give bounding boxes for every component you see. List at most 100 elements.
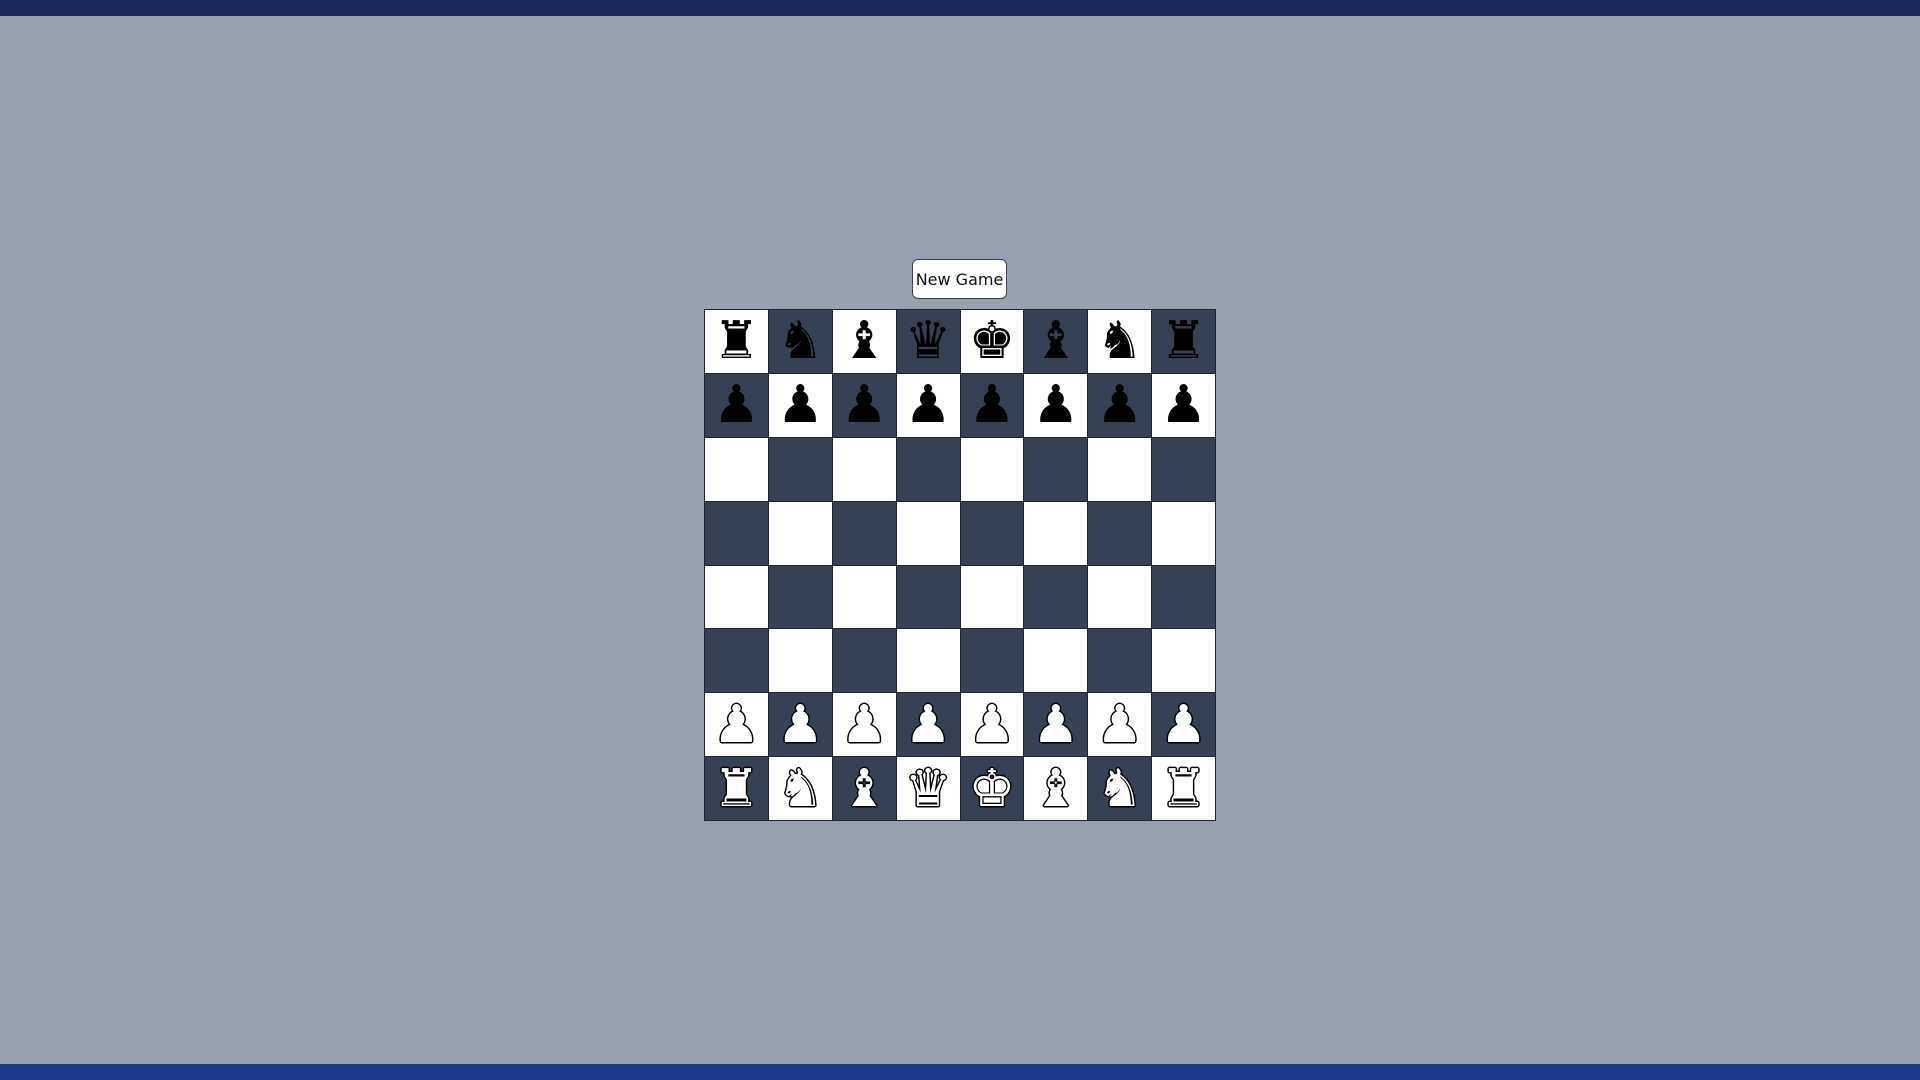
chess-board: ♜ ♞ ♝ ♛ ♚ ♝ ♞ ♜ ♟ ♟ ♟ ♟ ♟ ♟ ♟ ♟ ♟ ♟ ♟ ♟ ♟ ♟ ♟ ♟ ♜ ♞ ♝ ♛ ♚ ♝ ♞ ♜: [704, 309, 1216, 821]
black-pawn-icon: ♟: [968, 375, 1016, 436]
white-pawn-icon: ♟: [840, 694, 888, 755]
white-pawn-icon: ♟: [1032, 694, 1080, 755]
square-a3[interactable]: [705, 629, 768, 693]
square-e7[interactable]: ♟: [960, 373, 1024, 437]
square-g4[interactable]: [1088, 565, 1152, 629]
square-c1[interactable]: ♝: [832, 757, 896, 820]
square-b7[interactable]: ♟: [768, 373, 832, 437]
black-bishop-icon: ♝: [840, 311, 888, 372]
black-knight-icon: ♞: [777, 311, 824, 372]
square-g7[interactable]: ♟: [1088, 373, 1152, 437]
white-pawn-icon: ♟: [1096, 694, 1143, 755]
white-rook-icon: ♜: [713, 758, 760, 819]
square-f3[interactable]: [1024, 629, 1088, 693]
square-g8[interactable]: ♞: [1088, 310, 1152, 373]
white-bishop-icon: ♝: [840, 758, 888, 819]
square-b6[interactable]: [768, 437, 832, 501]
white-pawn-icon: ♟: [904, 694, 952, 755]
black-bishop-icon: ♝: [1032, 311, 1080, 372]
white-bishop-icon: ♝: [1032, 758, 1080, 819]
square-g3[interactable]: [1088, 629, 1152, 693]
top-bar: [0, 0, 1920, 16]
square-b5[interactable]: [768, 501, 832, 565]
square-c5[interactable]: [832, 501, 896, 565]
square-g1[interactable]: ♞: [1088, 757, 1152, 820]
square-a2[interactable]: ♟: [705, 693, 768, 757]
square-h4[interactable]: [1152, 565, 1215, 629]
square-h7[interactable]: ♟: [1152, 373, 1215, 437]
black-rook-icon: ♜: [1160, 311, 1207, 372]
square-f1[interactable]: ♝: [1024, 757, 1088, 820]
square-d5[interactable]: [896, 501, 960, 565]
square-a1[interactable]: ♜: [705, 757, 768, 820]
square-f6[interactable]: [1024, 437, 1088, 501]
square-c3[interactable]: [832, 629, 896, 693]
square-e1[interactable]: ♚: [960, 757, 1024, 820]
black-pawn-icon: ♟: [1032, 375, 1080, 436]
white-pawn-icon: ♟: [968, 694, 1016, 755]
square-g6[interactable]: [1088, 437, 1152, 501]
square-e2[interactable]: ♟: [960, 693, 1024, 757]
square-e5[interactable]: [960, 501, 1024, 565]
white-queen-icon: ♛: [904, 758, 952, 819]
square-c7[interactable]: ♟: [832, 373, 896, 437]
square-g2[interactable]: ♟: [1088, 693, 1152, 757]
square-c4[interactable]: [832, 565, 896, 629]
new-game-button[interactable]: New Game: [912, 259, 1007, 299]
white-rook-icon: ♜: [1160, 758, 1207, 819]
square-e6[interactable]: [960, 437, 1024, 501]
square-a5[interactable]: [705, 501, 768, 565]
square-c8[interactable]: ♝: [832, 310, 896, 373]
square-f2[interactable]: ♟: [1024, 693, 1088, 757]
white-knight-icon: ♞: [777, 758, 824, 819]
square-h8[interactable]: ♜: [1152, 310, 1215, 373]
square-d1[interactable]: ♛: [896, 757, 960, 820]
square-f7[interactable]: ♟: [1024, 373, 1088, 437]
black-king-icon: ♚: [968, 311, 1016, 372]
square-a7[interactable]: ♟: [705, 373, 768, 437]
square-c6[interactable]: [832, 437, 896, 501]
black-rook-icon: ♜: [713, 311, 760, 372]
square-a6[interactable]: [705, 437, 768, 501]
white-pawn-icon: ♟: [1160, 694, 1207, 755]
square-d6[interactable]: [896, 437, 960, 501]
square-g5[interactable]: [1088, 501, 1152, 565]
square-a4[interactable]: [705, 565, 768, 629]
square-f5[interactable]: [1024, 501, 1088, 565]
square-f8[interactable]: ♝: [1024, 310, 1088, 373]
square-d7[interactable]: ♟: [896, 373, 960, 437]
square-h5[interactable]: [1152, 501, 1215, 565]
black-pawn-icon: ♟: [713, 375, 760, 436]
square-c2[interactable]: ♟: [832, 693, 896, 757]
white-pawn-icon: ♟: [713, 694, 760, 755]
white-king-icon: ♚: [968, 758, 1016, 819]
black-pawn-icon: ♟: [904, 375, 952, 436]
square-d3[interactable]: [896, 629, 960, 693]
square-b1[interactable]: ♞: [768, 757, 832, 820]
square-h6[interactable]: [1152, 437, 1215, 501]
square-a8[interactable]: ♜: [705, 310, 768, 373]
white-knight-icon: ♞: [1096, 758, 1143, 819]
bottom-bar: [0, 1064, 1920, 1080]
black-pawn-icon: ♟: [1096, 375, 1143, 436]
square-b4[interactable]: [768, 565, 832, 629]
square-e4[interactable]: [960, 565, 1024, 629]
square-d2[interactable]: ♟: [896, 693, 960, 757]
square-f4[interactable]: [1024, 565, 1088, 629]
square-b2[interactable]: ♟: [768, 693, 832, 757]
square-b8[interactable]: ♞: [768, 310, 832, 373]
white-pawn-icon: ♟: [777, 694, 824, 755]
square-h1[interactable]: ♜: [1152, 757, 1215, 820]
square-h3[interactable]: [1152, 629, 1215, 693]
square-e8[interactable]: ♚: [960, 310, 1024, 373]
black-queen-icon: ♛: [904, 311, 952, 372]
black-pawn-icon: ♟: [840, 375, 888, 436]
black-pawn-icon: ♟: [777, 375, 824, 436]
black-knight-icon: ♞: [1096, 311, 1143, 372]
black-pawn-icon: ♟: [1160, 375, 1207, 436]
square-b3[interactable]: [768, 629, 832, 693]
square-e3[interactable]: [960, 629, 1024, 693]
square-d8[interactable]: ♛: [896, 310, 960, 373]
square-d4[interactable]: [896, 565, 960, 629]
square-h2[interactable]: ♟: [1152, 693, 1215, 757]
